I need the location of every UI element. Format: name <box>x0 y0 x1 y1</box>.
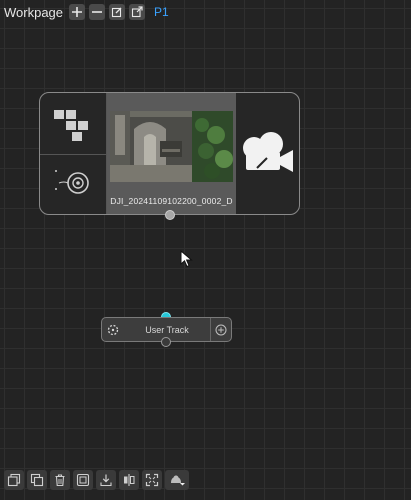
video-source-node[interactable]: DJI_20241109102200_0002_D <box>39 92 300 215</box>
workpage-header: Workpage P1 <box>0 0 169 24</box>
blocks-panel[interactable] <box>40 93 107 155</box>
node-menu-button[interactable] <box>165 470 189 490</box>
add-output-button[interactable] <box>210 318 231 341</box>
tracking-panel[interactable] <box>40 155 107 214</box>
mouse-pointer-icon <box>180 250 193 268</box>
node-menu-icon <box>171 475 185 486</box>
trash-icon <box>55 474 65 487</box>
add-page-button[interactable] <box>69 4 86 20</box>
track-node-icon <box>102 318 124 341</box>
video-camera-icon <box>242 131 293 172</box>
corridor-preview-image <box>110 111 233 182</box>
delete-button[interactable] <box>50 470 70 490</box>
copy-icon <box>30 473 44 487</box>
minus-icon <box>92 11 103 13</box>
duplicate-button[interactable] <box>4 470 24 490</box>
align-button[interactable] <box>119 470 139 490</box>
open-external-button[interactable] <box>129 4 146 20</box>
track-output-port[interactable] <box>161 337 171 347</box>
fit-view-icon <box>145 473 159 487</box>
import-icon <box>100 474 112 487</box>
plus-icon <box>72 7 83 17</box>
open-external-icon <box>131 6 143 18</box>
import-button[interactable] <box>96 470 116 490</box>
camera-panel[interactable] <box>236 93 299 214</box>
group-button[interactable] <box>73 470 93 490</box>
video-filename: DJI_20241109102200_0002_D <box>110 196 233 206</box>
page-tab-p1[interactable]: P1 <box>154 5 169 19</box>
source-output-port[interactable] <box>165 210 175 220</box>
grid-blocks-icon <box>54 110 88 141</box>
bottom-toolbar <box>4 470 189 490</box>
duplicate-icon <box>7 473 21 487</box>
align-icon <box>124 474 135 486</box>
group-icon <box>76 473 90 487</box>
dotted-circle-icon <box>107 324 119 335</box>
workpage-title: Workpage <box>4 4 64 20</box>
copy-button[interactable] <box>27 470 47 490</box>
edit-icon <box>111 7 122 18</box>
video-thumbnail[interactable]: DJI_20241109102200_0002_D <box>107 93 236 214</box>
fit-view-button[interactable] <box>142 470 162 490</box>
track-node-label: User Track <box>145 324 189 335</box>
target-track-icon <box>55 170 89 194</box>
remove-page-button[interactable] <box>89 4 106 20</box>
edit-page-button[interactable] <box>109 4 126 20</box>
add-output-icon <box>215 324 227 335</box>
